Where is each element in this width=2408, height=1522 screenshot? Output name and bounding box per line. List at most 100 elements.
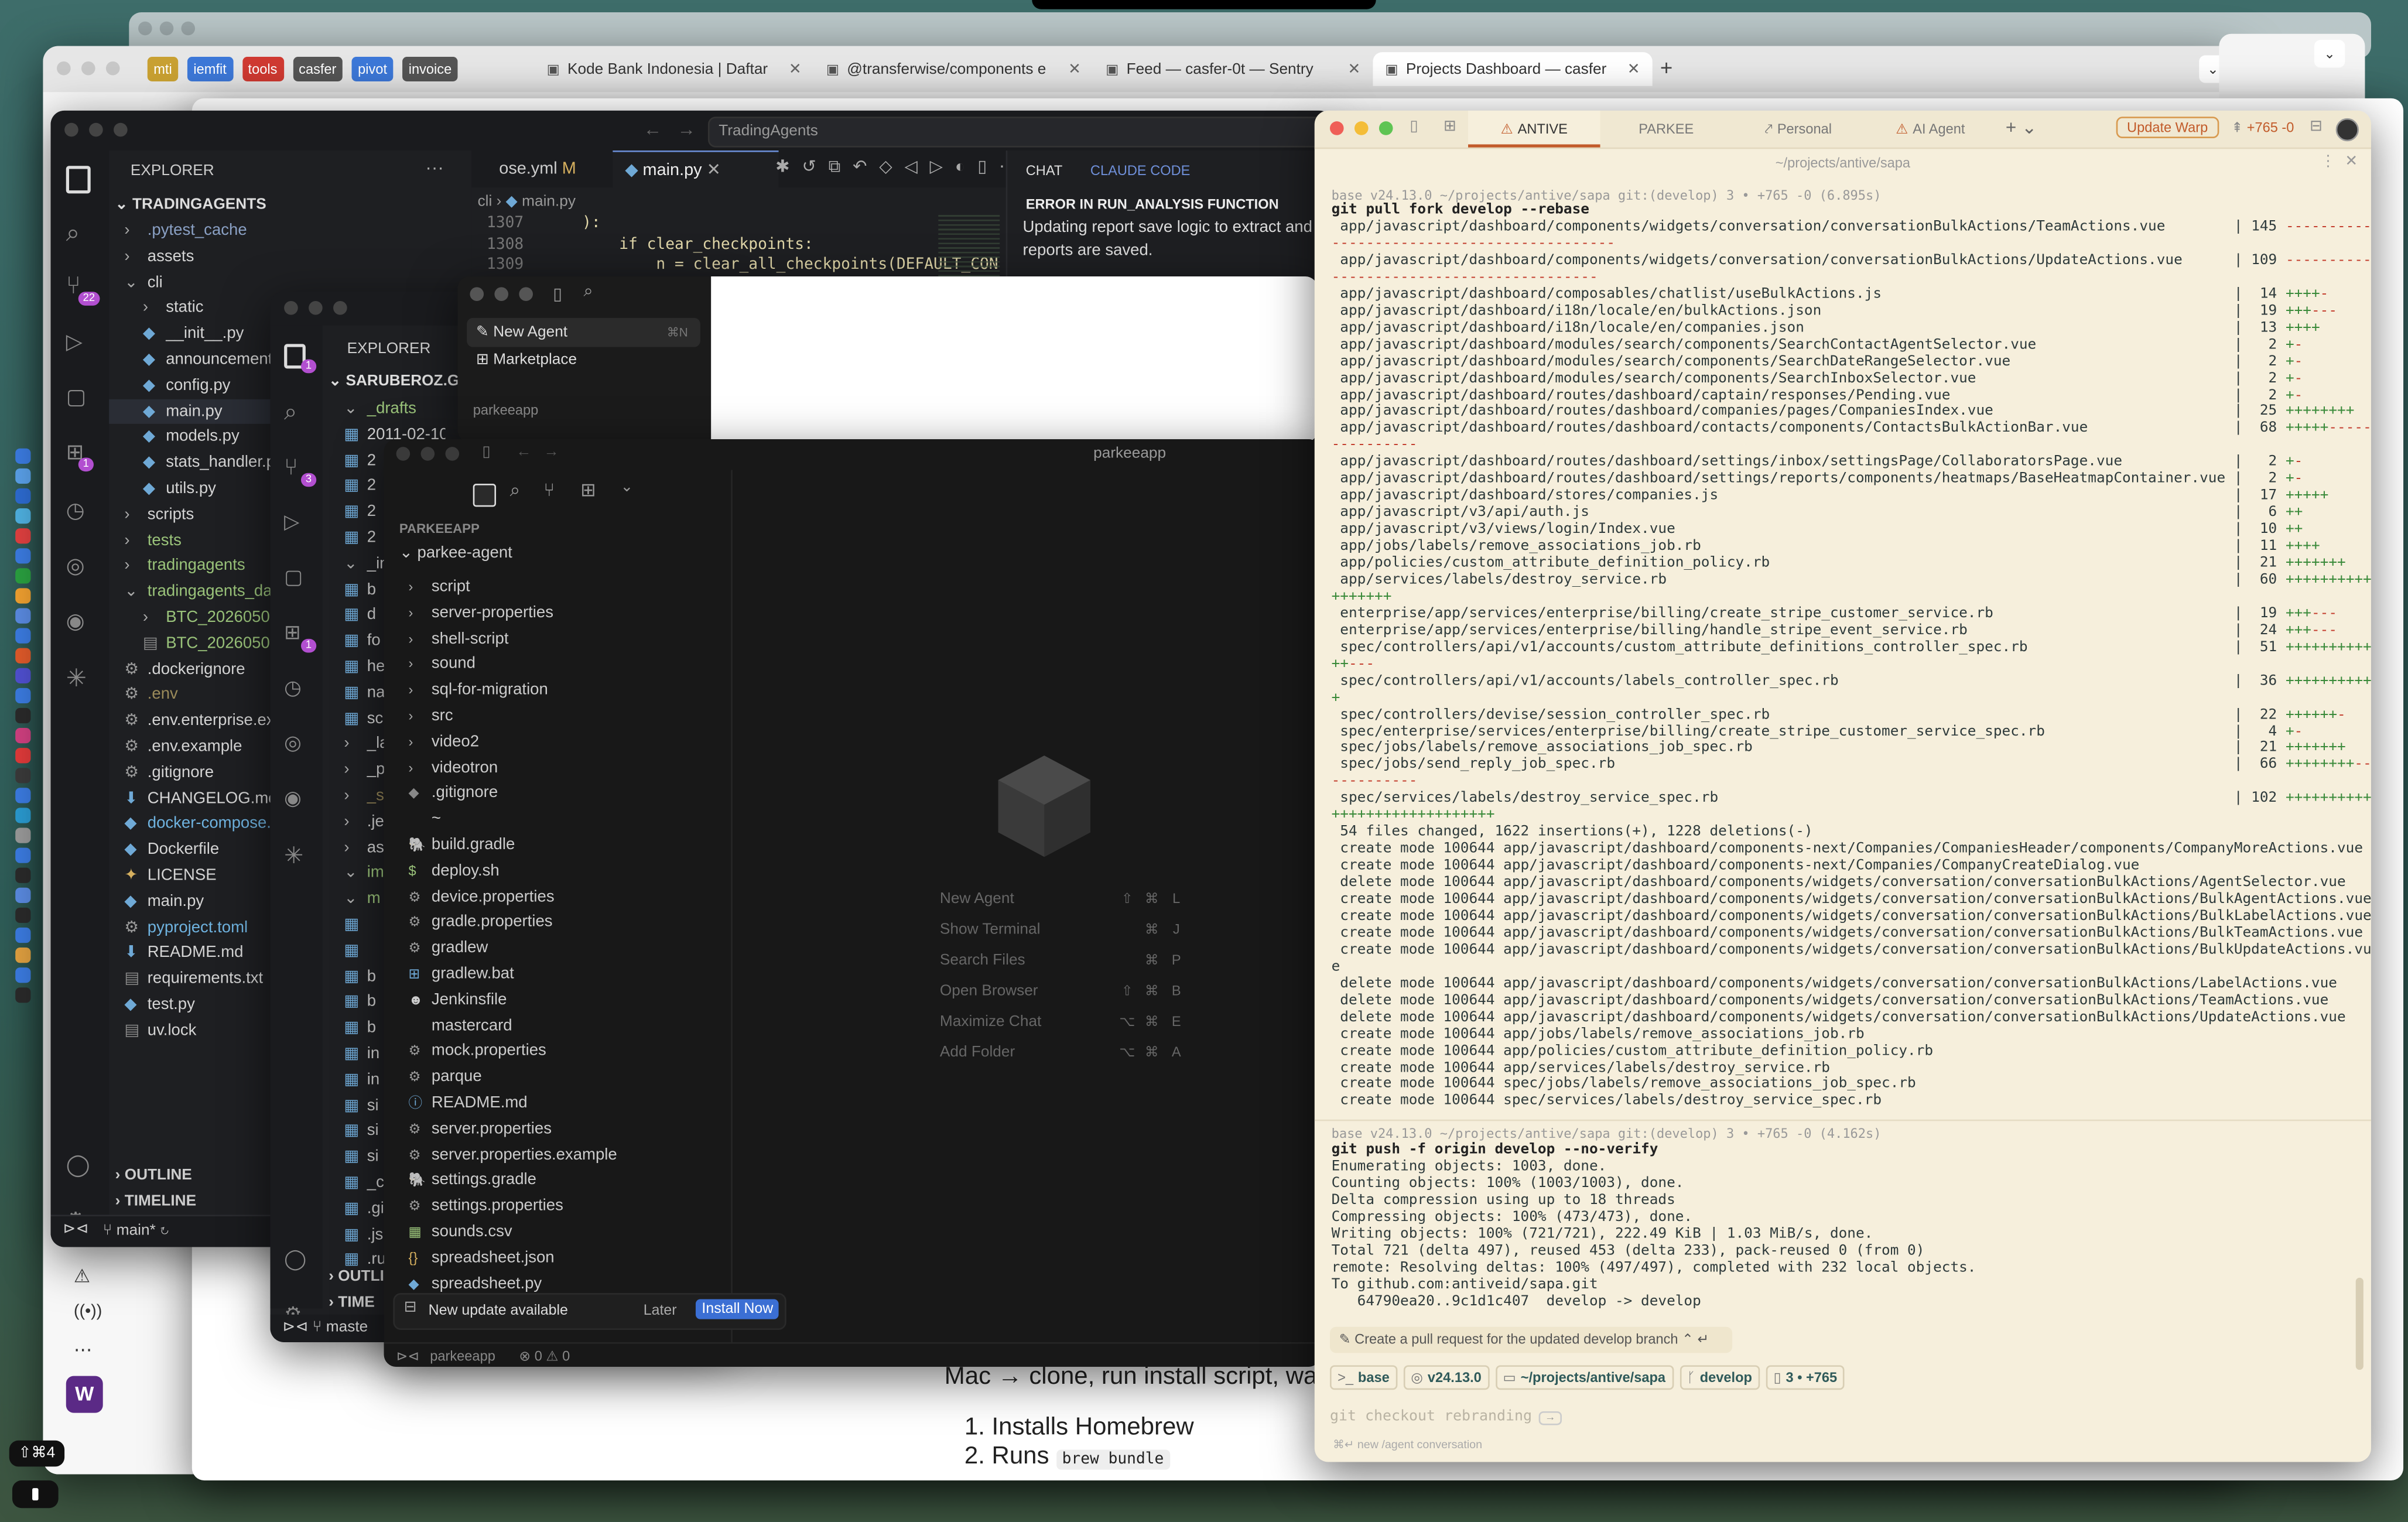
editor2-timeline[interactable]: › TIME	[329, 1295, 375, 1312]
breadcrumb-folder[interactable]: cli	[478, 193, 492, 210]
tree-item[interactable]: ◆ spreadsheet.py	[384, 1271, 731, 1295]
prompt-chip[interactable]: >_ base	[1329, 1365, 1397, 1390]
agent-minimize-button[interactable]	[494, 287, 509, 301]
tree-item[interactable]: › video2	[384, 729, 731, 754]
tree-item[interactable]: ⚙ mock.properties	[384, 1039, 731, 1063]
forward-arrow-icon[interactable]: →	[543, 444, 559, 461]
app-icon[interactable]	[15, 468, 31, 484]
inbox-icon[interactable]: ⊟	[2310, 118, 2323, 135]
wireless-icon[interactable]: ((•))	[74, 1302, 102, 1321]
app-icon[interactable]	[15, 548, 31, 564]
menu-new-agent[interactable]: ✎ New Agent ⌘N	[467, 317, 700, 347]
tab-main-py[interactable]: ◆ main.py ✕	[613, 150, 779, 189]
prompt-chip[interactable]: ◎ v24.13.0	[1403, 1365, 1489, 1390]
tab-group-invoice[interactable]: invoice	[402, 57, 458, 81]
menu-marketplace[interactable]: ⊞ Marketplace	[467, 352, 577, 369]
browser-tab[interactable]: ▣ Feed — casfer-0t — Sentry ✕	[1093, 52, 1373, 86]
extensions-icon[interactable]: ⊞	[580, 479, 596, 501]
editor-toolbar-icons[interactable]: ✱↺⧉↶◇◁▷◐▯⋯	[775, 156, 1028, 178]
update-warp-button[interactable]: Update Warp	[2116, 117, 2219, 139]
avatar[interactable]	[2335, 118, 2359, 142]
tree-item[interactable]: ~	[384, 806, 731, 831]
app-icon[interactable]	[15, 668, 31, 683]
warning-icon[interactable]: ⚠	[74, 1266, 90, 1287]
app-icon[interactable]	[15, 688, 31, 704]
tab-close-icon[interactable]: ✕	[789, 61, 802, 78]
app-icon[interactable]	[15, 728, 31, 744]
app-icon[interactable]	[15, 987, 31, 1003]
sidebar-toggle-icon[interactable]: ▯	[1410, 118, 1418, 135]
browser-tab[interactable]: ▣ @transferwise/components e ✕	[814, 52, 1093, 86]
agent-close-button[interactable]	[470, 287, 484, 301]
source-control-icon[interactable]: ⑂	[284, 454, 298, 481]
cursor-close-button[interactable]	[396, 447, 411, 461]
tree-item[interactable]: › script	[384, 574, 731, 599]
tree-item[interactable]: ⚙ settings.properties	[384, 1193, 731, 1218]
cursor-files-icon[interactable]	[473, 484, 497, 507]
prompt-chip[interactable]: ᚴ develop	[1679, 1365, 1760, 1390]
tree-item[interactable]: 🐘 build.gradle	[384, 832, 731, 857]
warp-tab[interactable]: PARKEE	[1600, 111, 1733, 148]
prompt-chip[interactable]: ▯ 3 • +765	[1766, 1365, 1845, 1390]
app-icon[interactable]	[15, 847, 31, 863]
breadcrumb-file[interactable]: main.py	[522, 193, 576, 210]
tree-item[interactable]: ⚙ parque	[384, 1065, 731, 1089]
github-icon[interactable]: ◉	[66, 608, 85, 634]
background-dropdown[interactable]: ⌄	[2314, 40, 2345, 68]
kebab-menu-icon[interactable]: ⋮	[2320, 153, 2335, 170]
tree-item[interactable]: ⌄ _drafts	[323, 396, 446, 421]
vscode-close-button[interactable]	[64, 122, 78, 137]
app-icon[interactable]	[15, 808, 31, 823]
app-icon[interactable]	[15, 648, 31, 663]
install-now-button[interactable]: Install Now	[695, 1299, 779, 1319]
tree-item[interactable]: ⌄ cli	[109, 269, 471, 294]
timeline-icon[interactable]: ◷	[284, 676, 302, 700]
app-icon[interactable]	[15, 967, 31, 983]
tab-close-icon[interactable]: ✕	[1627, 61, 1640, 78]
tree-item[interactable]: ⚙ gradle.properties	[384, 909, 731, 934]
remote-icon[interactable]: ⊳⊲	[396, 1344, 420, 1367]
status-project[interactable]: parkeeapp	[430, 1344, 495, 1367]
remote-explorer-icon[interactable]: ▢	[284, 565, 303, 590]
browser-tab[interactable]: ▣ Projects Dashboard — casfer ✕	[1373, 52, 1653, 86]
tab-group-iemfit[interactable]: iemfit	[187, 57, 233, 81]
run-debug-icon[interactable]: ▷	[66, 329, 83, 355]
command-center[interactable]: TradingAgents	[707, 117, 1333, 148]
app-icon[interactable]	[15, 608, 31, 624]
app-icon[interactable]	[15, 748, 31, 764]
warp-tab[interactable]: ⤤ Personal	[1732, 111, 1865, 148]
app-icon[interactable]	[15, 528, 31, 544]
sidebar-toggle-icon[interactable]: ▯	[553, 284, 562, 304]
vscode-zoom-button[interactable]	[114, 122, 128, 137]
tree-item[interactable]: › sql-for-migration	[384, 678, 731, 702]
extensions-icon[interactable]: ⊞	[284, 620, 301, 645]
tree-item[interactable]: › server-properties	[384, 600, 731, 625]
tree-item[interactable]: › .pytest_cache	[109, 218, 471, 242]
tree-item[interactable]: › src	[384, 703, 731, 728]
warp-close-button[interactable]	[1329, 121, 1344, 135]
app-icon[interactable]	[15, 768, 31, 784]
sidebar-toggle-icon[interactable]: ▯	[482, 444, 490, 461]
timeline-section[interactable]: › TIMELINE	[115, 1193, 196, 1210]
tab-grid-icon[interactable]: ⊞	[1444, 118, 1456, 135]
shortcut-row[interactable]: Search Files ⌘ P	[940, 952, 1186, 977]
history-icon[interactable]: ◎	[66, 553, 85, 579]
files-icon[interactable]	[66, 166, 91, 194]
browser-zoom-button[interactable]	[105, 61, 120, 76]
claude-code-tab[interactable]: CLAUDE CODE	[1090, 163, 1190, 178]
tree-item[interactable]: 🐘 settings.gradle	[384, 1168, 731, 1192]
tree-item[interactable]: ⚙ server.properties.example	[384, 1142, 731, 1167]
warp-scrollbar[interactable]	[2355, 1277, 2363, 1370]
shortcut-row[interactable]: Open Browser ⇧ ⌘ B	[940, 983, 1186, 1007]
browser-tab[interactable]: ▣ Kode Bank Indonesia | Daftar ✕	[535, 52, 814, 86]
github-icon[interactable]: ◉	[284, 786, 302, 811]
remote-explorer-icon[interactable]: ▢	[66, 384, 87, 411]
tree-item[interactable]: › shell-script	[384, 626, 731, 651]
agent-zoom-button[interactable]	[519, 287, 533, 301]
tab-close-icon[interactable]: ✕	[1068, 61, 1081, 78]
warp-tab[interactable]: ⚠ AI Agent	[1865, 111, 1997, 148]
app-icon[interactable]	[15, 948, 31, 963]
more-icon[interactable]: ⋯	[74, 1339, 92, 1361]
browser-close-button[interactable]	[57, 61, 71, 76]
app-icon[interactable]	[15, 827, 31, 843]
